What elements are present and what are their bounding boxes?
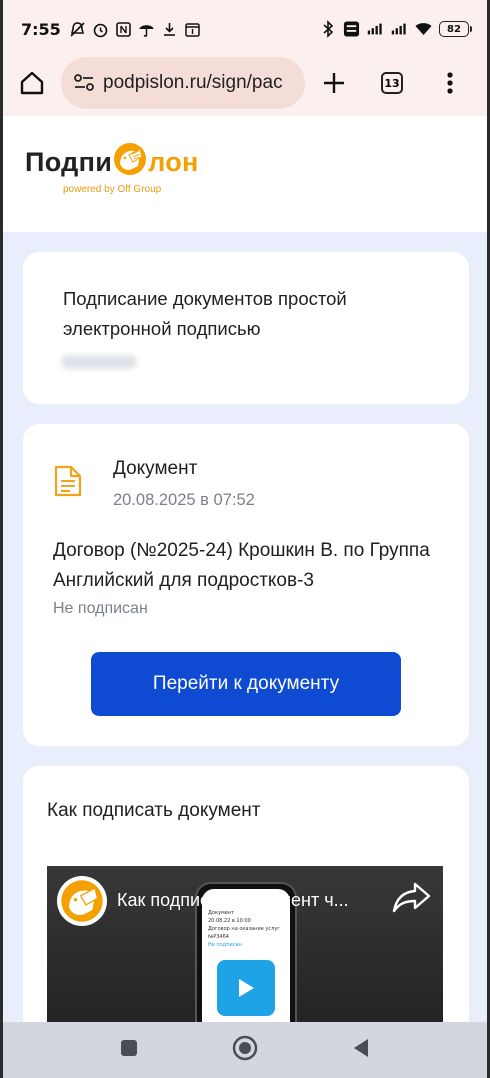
tab-switcher-button[interactable]: 13 <box>363 54 421 112</box>
howto-heading: Как подписать документ <box>47 800 261 821</box>
home-button[interactable] <box>3 54 61 112</box>
bell-off-icon <box>69 21 86 38</box>
browser-toolbar: podpislon.ru/sign/pac 13 <box>3 50 487 116</box>
more-vertical-icon <box>447 72 453 94</box>
share-icon[interactable] <box>391 880 433 916</box>
bluetooth-icon <box>319 20 336 38</box>
video-title[interactable]: Как подписать документ ч... <box>117 890 349 911</box>
status-time: 7:55 <box>21 19 61 39</box>
wifi-icon <box>415 21 432 38</box>
play-icon <box>239 979 254 997</box>
home-icon <box>20 71 44 95</box>
video-screen-line2: 20.08.22 в 10:00 <box>208 918 251 924</box>
signal-1-icon <box>367 21 384 38</box>
plus-icon <box>324 73 344 93</box>
video-screen-line4: №Р3464 <box>208 934 229 940</box>
battery-indicator: 82 <box>439 21 472 37</box>
menu-button[interactable] <box>421 54 479 112</box>
howto-card: Как подписать документ Документ 20.08.22… <box>23 766 469 1066</box>
site-logo[interactable]: Подпи лон <box>25 143 199 178</box>
circle-home-icon <box>232 1035 258 1061</box>
elephant-logo-icon <box>61 880 103 922</box>
home-nav-button[interactable] <box>232 1035 258 1065</box>
battery-level: 82 <box>447 23 461 35</box>
logo-text-part2: лон <box>148 147 199 177</box>
address-bar[interactable]: podpislon.ru/sign/pac <box>61 57 305 109</box>
play-button[interactable] <box>217 960 275 1016</box>
download-icon <box>161 21 178 38</box>
url-text: podpislon.ru/sign/pac <box>103 72 283 93</box>
logo-text-part1: Подпи <box>25 147 113 177</box>
new-tab-button[interactable] <box>305 54 363 112</box>
signal-2-icon <box>391 21 408 38</box>
signing-title: Подписание документов простой электронно… <box>63 288 347 339</box>
back-button[interactable] <box>352 1038 370 1062</box>
tab-count: 13 <box>381 72 403 94</box>
redacted-text <box>61 355 137 369</box>
channel-avatar[interactable] <box>57 876 107 926</box>
square-icon <box>121 1040 137 1056</box>
nfc-icon <box>115 21 132 38</box>
video-screen-line3: Договор на оказание услуг <box>208 926 280 932</box>
document-name: Договор (№2025-24) Крошкин В. по Группа … <box>53 540 430 591</box>
volte-icon <box>343 21 360 38</box>
site-header: Подпи лон powered by Off Group <box>3 116 487 232</box>
document-icon <box>54 465 82 497</box>
back-triangle-icon <box>354 1039 368 1057</box>
umbrella-icon <box>138 21 155 38</box>
document-date: 20.08.2025 в 07:52 <box>113 491 255 509</box>
document-kind: Документ <box>113 458 198 479</box>
recents-button[interactable] <box>120 1039 138 1061</box>
document-status: Не подписан <box>53 600 148 617</box>
phone-screen: 7:55 82 podpislon.ru/sign/pac 13 Подпи л… <box>3 0 487 1078</box>
system-nav-bar <box>3 1022 487 1078</box>
document-card: Документ 20.08.2025 в 07:52 Договор (№20… <box>23 424 469 746</box>
signing-info-card: Подписание документов простой электронно… <box>23 252 469 404</box>
open-document-button[interactable]: Перейти к документу <box>91 652 401 716</box>
alarm-icon <box>92 21 109 38</box>
logo-subtitle: powered by Off Group <box>63 184 162 195</box>
video-screen-line5: Не подписан <box>208 942 242 948</box>
site-settings-icon[interactable] <box>73 73 95 93</box>
calendar-icon <box>184 21 201 38</box>
elephant-logo-icon <box>114 143 147 175</box>
